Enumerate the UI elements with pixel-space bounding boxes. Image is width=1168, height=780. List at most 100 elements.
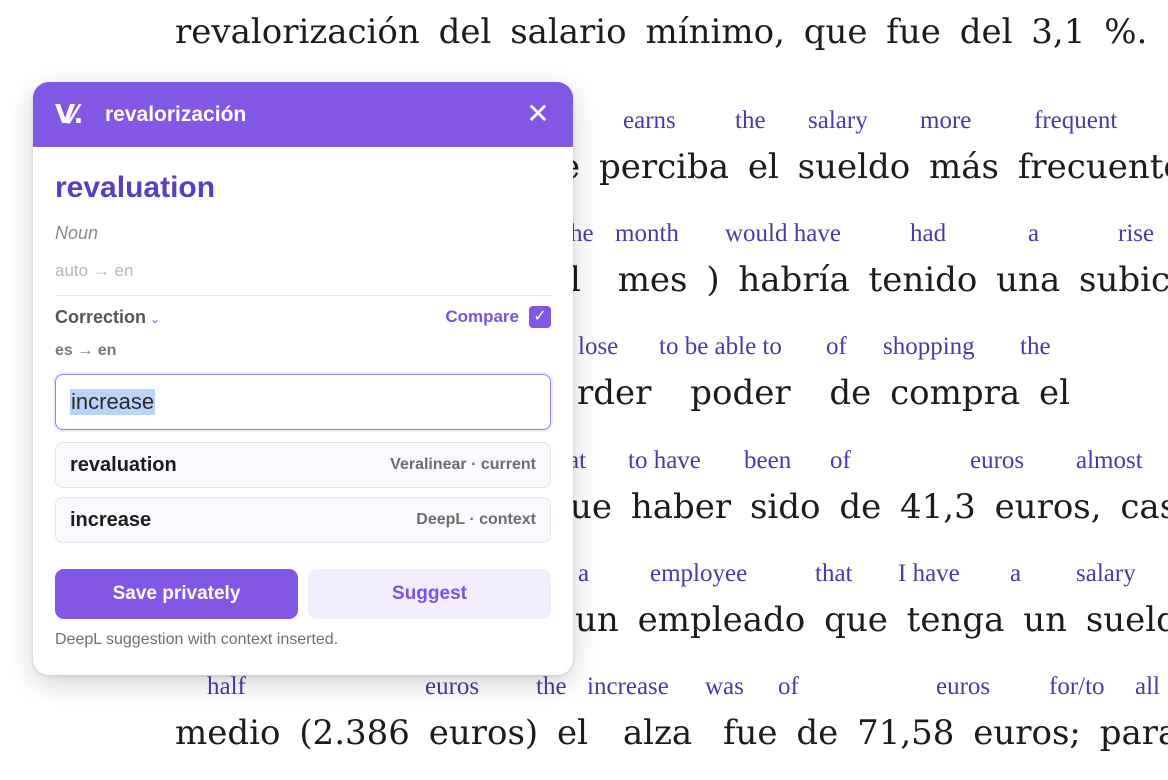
suggestion-source: DeepL · context <box>416 511 536 528</box>
source-word[interactable]: habría <box>738 260 849 300</box>
action-buttons: Save privately Suggest <box>55 569 551 619</box>
correction-toggle[interactable]: Correction ⌄ <box>55 307 160 328</box>
gloss-word: the <box>1020 333 1051 360</box>
gloss-word: would have <box>725 220 841 247</box>
source-word[interactable]: (2.386 <box>299 713 410 753</box>
source-word[interactable]: el <box>557 713 588 753</box>
source-word[interactable]: de <box>796 713 838 753</box>
gloss-word: been <box>744 447 792 474</box>
source-word[interactable]: del <box>439 12 492 52</box>
gloss-word: salary <box>1076 560 1136 587</box>
source-word[interactable]: fue <box>723 713 778 753</box>
source-line: revalorización del salario mínimo, que f… <box>175 12 1155 52</box>
source-word[interactable]: revalorización <box>175 12 420 52</box>
source-word[interactable]: de <box>839 487 881 527</box>
source-word[interactable]: un <box>1023 600 1067 640</box>
popup-title: revalorización <box>105 102 247 126</box>
gloss-word: rise <box>1118 220 1155 247</box>
source-word[interactable]: 71,58 <box>857 713 954 753</box>
suggestion-option-current[interactable]: revaluation Veralinear · current <box>55 442 551 488</box>
source-word[interactable]: fue <box>886 12 941 52</box>
gloss-word: was <box>705 673 744 700</box>
suggestion-word: increase <box>70 508 152 531</box>
gloss-word: that <box>815 560 853 587</box>
source-word[interactable]: tenido <box>869 260 978 300</box>
source-word[interactable]: haber <box>631 487 731 527</box>
gloss-word: more <box>920 107 972 134</box>
chevron-down-icon: ⌄ <box>150 311 161 326</box>
status-note: DeepL suggestion with context inserted. <box>55 631 339 648</box>
gloss-word: euros <box>970 447 1025 474</box>
gloss-word: he <box>570 220 594 247</box>
source-line: l mes ) habría tenido una subic <box>570 260 1168 300</box>
source-word[interactable]: euros, <box>995 487 1102 527</box>
source-word[interactable]: 41,3 <box>900 487 976 527</box>
source-word[interactable]: poder <box>690 373 790 413</box>
source-line: e perciba el sueldo más frecuente <box>560 147 1168 187</box>
popup-body: revaluation Noun auto → en Correction ⌄ C… <box>33 171 573 649</box>
gloss-word: for/to <box>1049 673 1105 700</box>
correction-label: Correction <box>55 306 147 327</box>
source-word[interactable]: perciba <box>599 147 729 187</box>
save-privately-button[interactable]: Save privately <box>55 569 298 619</box>
suggestion-word: revaluation <box>70 453 177 476</box>
source-word[interactable]: mínimo, <box>645 12 784 52</box>
source-word[interactable]: el <box>1039 373 1070 413</box>
compare-label: Compare <box>445 307 519 326</box>
source-word[interactable]: tenga <box>907 600 1005 640</box>
source-word[interactable]: 3,1 <box>1031 12 1085 52</box>
compare-control[interactable]: Compare ✓ <box>445 306 551 328</box>
popup-header: V⁄. revalorización ✕ <box>33 82 573 147</box>
source-word[interactable]: sido <box>750 487 821 527</box>
source-word[interactable]: euros; <box>973 713 1081 753</box>
source-word[interactable]: el <box>748 147 779 187</box>
part-of-speech: Noun <box>55 223 99 243</box>
source-word[interactable]: del <box>960 12 1013 52</box>
source-word[interactable]: rder <box>577 373 651 413</box>
close-icon[interactable]: ✕ <box>523 99 553 129</box>
source-word[interactable]: %. <box>1104 12 1147 52</box>
source-word[interactable]: que <box>804 12 868 52</box>
gloss-word: employee <box>650 560 748 587</box>
correction-input[interactable]: increase <box>55 374 551 430</box>
suggest-button[interactable]: Suggest <box>308 569 551 619</box>
source-word[interactable]: ) <box>706 260 719 300</box>
source-word[interactable]: una <box>996 260 1060 300</box>
source-word[interactable]: un <box>575 600 619 640</box>
source-word[interactable]: salario <box>510 12 626 52</box>
source-word[interactable]: sueldo <box>1086 600 1168 640</box>
gloss-word: the <box>536 673 567 700</box>
gloss-word: euros <box>425 673 480 700</box>
source-word[interactable]: más <box>929 147 999 187</box>
gloss-word: a <box>578 560 590 587</box>
gloss-word: month <box>615 220 679 247</box>
source-word[interactable]: para <box>1100 713 1168 753</box>
source-word[interactable]: sueldo <box>798 147 911 187</box>
gloss-word: of <box>830 447 851 474</box>
source-word[interactable]: mes <box>618 260 688 300</box>
source-word[interactable]: de <box>829 373 871 413</box>
source-line: medio (2.386 euros) el alza fue de 71,58… <box>175 713 1168 753</box>
source-word[interactable]: casi <box>1120 487 1168 527</box>
gloss-word: shopping <box>883 333 975 360</box>
source-word[interactable]: ue <box>570 487 612 527</box>
source-word[interactable]: frecuente <box>1018 147 1168 187</box>
gloss-word: the <box>735 107 766 134</box>
source-word[interactable]: alza <box>623 713 692 753</box>
source-word[interactable]: que <box>824 600 888 640</box>
source-word[interactable]: medio <box>175 713 280 753</box>
source-line: un empleado que tenga un sueldo <box>575 600 1168 640</box>
gloss-word: had <box>910 220 947 247</box>
source-word[interactable]: subic <box>1079 260 1168 300</box>
source-word[interactable]: empleado <box>638 600 806 640</box>
correction-language-pair: es → en <box>55 342 117 359</box>
gloss-word: almost <box>1076 447 1143 474</box>
compare-checkbox[interactable]: ✓ <box>529 306 551 328</box>
gloss-word: euros <box>936 673 991 700</box>
source-line: rder poder de compra el <box>577 373 1078 413</box>
suggestion-option-context[interactable]: increase DeepL · context <box>55 497 551 543</box>
gloss-word: all <box>1135 673 1160 700</box>
source-word[interactable]: compra <box>890 373 1020 413</box>
language-pair: auto → en <box>55 261 551 296</box>
source-word[interactable]: euros) <box>429 713 538 753</box>
